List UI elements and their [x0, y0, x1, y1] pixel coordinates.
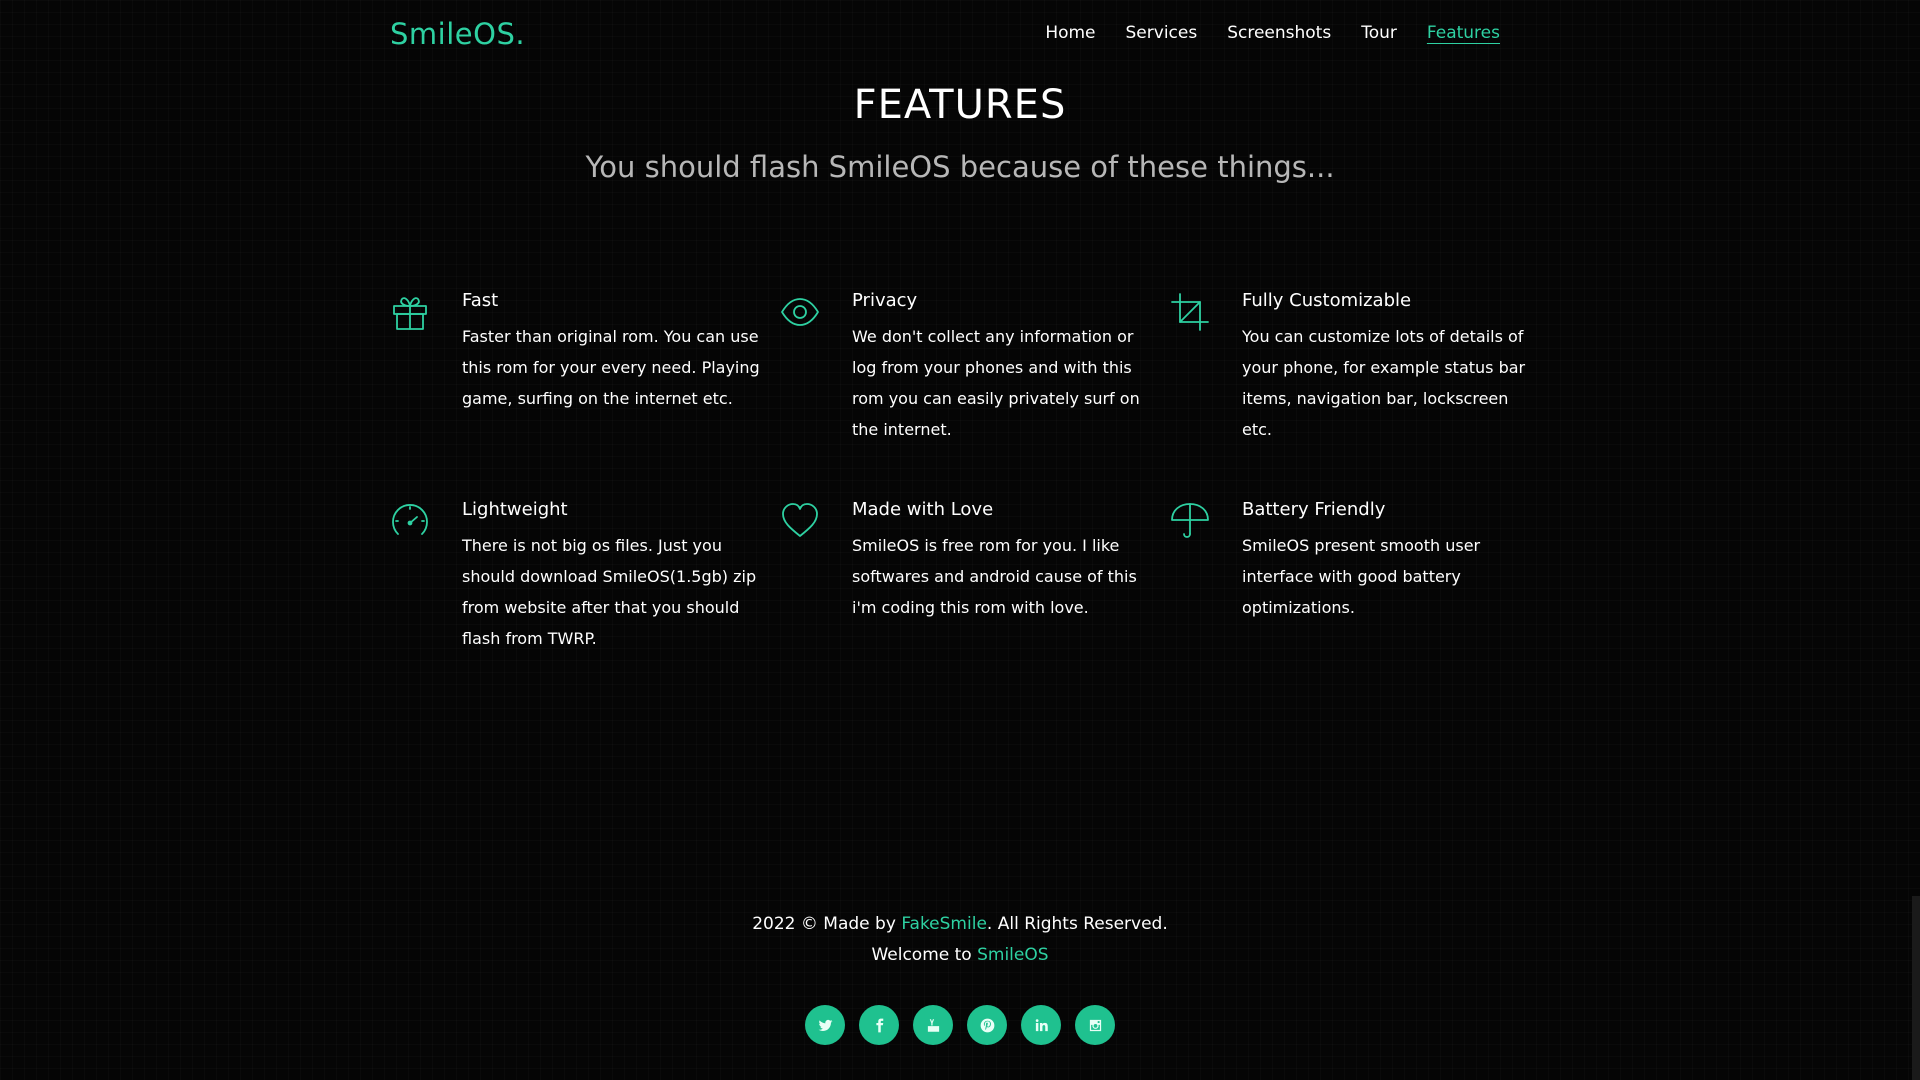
footer-copyright: 2022 © Made by FakeSmile. All Rights Res… [0, 914, 1920, 934]
facebook-button[interactable] [859, 1005, 899, 1045]
feature-body: Fully Customizable You can customize lot… [1242, 290, 1540, 445]
nav-link-home[interactable]: Home [1045, 23, 1095, 43]
features-grid: Fast Faster than original rom. You can u… [390, 290, 1540, 654]
twitter-icon [818, 1019, 832, 1031]
welcome-prefix: Welcome to [871, 945, 978, 965]
feature-body: Made with Love SmileOS is free rom for y… [852, 499, 1152, 623]
umbrella-icon [1170, 499, 1242, 543]
feature-battery: Battery Friendly SmileOS present smooth … [1170, 499, 1540, 654]
feature-body: Lightweight There is not big os files. J… [462, 499, 762, 654]
brand-logo[interactable]: SmileOS. [390, 17, 525, 51]
feature-title: Battery Friendly [1242, 499, 1386, 520]
feature-description: We don't collect any information or log … [852, 327, 1140, 439]
nav-link-tour[interactable]: Tour [1361, 23, 1397, 43]
feature-privacy: Privacy We don't collect any information… [780, 290, 1170, 445]
nav-item-tour: Tour [1361, 23, 1397, 43]
feature-description: SmileOS present smooth user interface wi… [1242, 536, 1481, 617]
feature-title: Fast [462, 290, 499, 311]
pinterest-button[interactable] [967, 1005, 1007, 1045]
feature-body: Privacy We don't collect any information… [852, 290, 1152, 445]
nav-menu: Home Services Screenshots Tour Features [1045, 23, 1500, 43]
youtube-button[interactable] [913, 1005, 953, 1045]
instagram-button[interactable] [1075, 1005, 1115, 1045]
feature-lightweight: Lightweight There is not big os files. J… [390, 499, 780, 654]
feature-description: You can customize lots of details of you… [1242, 327, 1526, 439]
author-link[interactable]: FakeSmile [901, 914, 987, 934]
feature-title: Made with Love [852, 499, 994, 520]
footer-welcome: Welcome to SmileOS [0, 945, 1920, 965]
scrollbar-thumb[interactable] [1912, 896, 1920, 1080]
feature-description: SmileOS is free rom for you. I like soft… [852, 536, 1137, 617]
feature-description: Faster than original rom. You can use th… [462, 327, 760, 408]
nav-item-features: Features [1427, 23, 1500, 43]
feature-title: Privacy [852, 290, 918, 311]
instagram-icon [1089, 1019, 1101, 1031]
feature-title: Lightweight [462, 499, 568, 520]
nav-link-services[interactable]: Services [1126, 23, 1198, 43]
linkedin-icon [1035, 1018, 1048, 1031]
copyright-prefix: 2022 © Made by [752, 914, 902, 934]
navbar: SmileOS. Home Services Screenshots Tour … [0, 0, 1920, 72]
nav-link-features[interactable]: Features [1427, 23, 1500, 43]
nav-item-services: Services [1126, 23, 1198, 43]
feature-body: Battery Friendly SmileOS present smooth … [1242, 499, 1540, 623]
youtube-icon [927, 1018, 939, 1032]
section-title: FEATURES [853, 82, 1067, 128]
nav-link-screenshots[interactable]: Screenshots [1227, 23, 1331, 43]
copyright-suffix: . All Rights Reserved. [986, 914, 1168, 934]
crop-icon [1170, 290, 1242, 334]
feature-description: There is not big os files. Just you shou… [462, 536, 757, 648]
speedometer-icon [390, 499, 462, 543]
gift-icon [390, 290, 462, 334]
nav-item-screenshots: Screenshots [1227, 23, 1331, 43]
nav-item-home: Home [1045, 23, 1095, 43]
pinterest-icon [980, 1018, 994, 1032]
smileos-link[interactable]: SmileOS [977, 945, 1048, 965]
heart-icon [780, 499, 852, 543]
eye-icon [780, 290, 852, 334]
feature-customizable: Fully Customizable You can customize lot… [1170, 290, 1540, 445]
feature-fast: Fast Faster than original rom. You can u… [390, 290, 780, 445]
facebook-icon [875, 1018, 883, 1032]
feature-body: Fast Faster than original rom. You can u… [462, 290, 762, 414]
section-subtitle: You should flash SmileOS because of thes… [585, 150, 1335, 184]
social-links [805, 1005, 1115, 1045]
linkedin-button[interactable] [1021, 1005, 1061, 1045]
feature-title: Fully Customizable [1242, 290, 1412, 311]
twitter-button[interactable] [805, 1005, 845, 1045]
feature-love: Made with Love SmileOS is free rom for y… [780, 499, 1170, 654]
